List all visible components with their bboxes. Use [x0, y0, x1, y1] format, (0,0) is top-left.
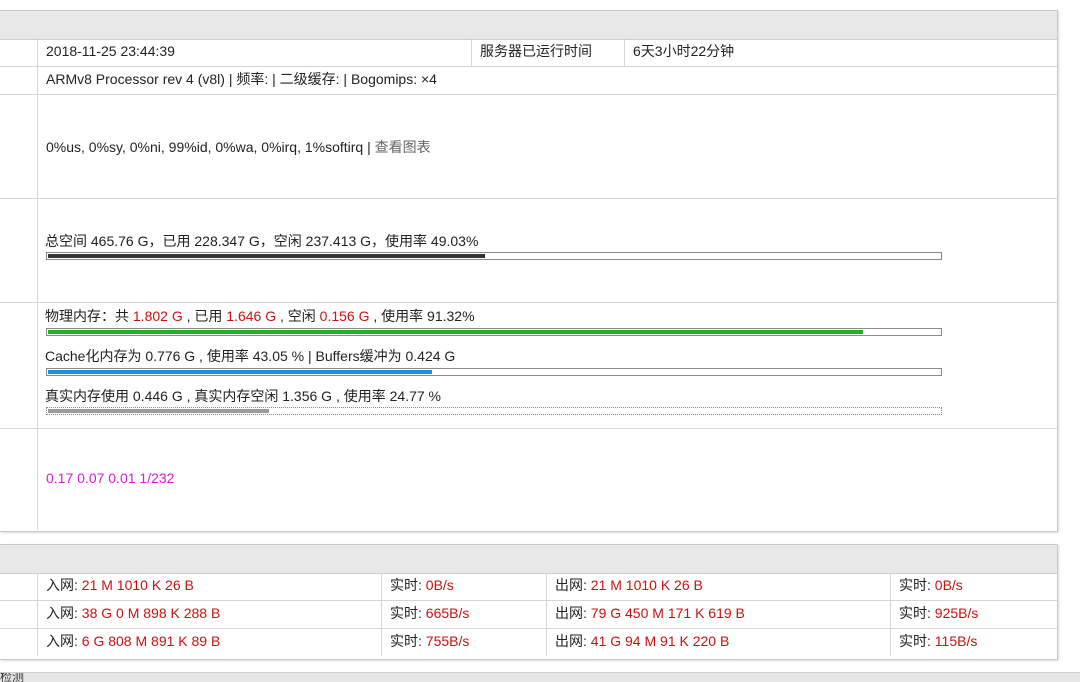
uptime-value: 6天3小时22分钟 [633, 43, 735, 59]
cpu-info-row: ARMv8 Processor rev 4 (v8l) | 频率: | 二级缓存… [0, 66, 1057, 95]
physical-memory-free-label: , 空闲 [276, 308, 320, 324]
physical-memory-used-label: , 已用 [182, 308, 227, 324]
cache-memory-bar [46, 368, 942, 376]
load-average-text: 0.17 0.07 0.01 1/232 [46, 470, 175, 486]
network-out-cell: 出网: 79 G 450 M 171 K 619 B [546, 600, 890, 628]
real-memory-text: 真实内存使用 0.446 G , 真实内存空闲 1.356 G , 使用率 24… [45, 388, 442, 404]
cpu-chart-link[interactable]: 查看图表 [375, 139, 431, 155]
physical-memory-bar-fill [48, 330, 863, 334]
network-out-value: 41 G 94 M 91 K 220 B [590, 633, 730, 649]
network-in-realtime-value: 755B/s [425, 633, 470, 649]
network-in-cell: 入网: 38 G 0 M 898 K 288 B [37, 600, 381, 628]
cpu-info-cell: ARMv8 Processor rev 4 (v8l) | 频率: | 二级缓存… [37, 66, 1057, 94]
disk-usage-bar-fill [48, 254, 485, 258]
load-cell: 0.17 0.07 0.01 1/232 [37, 428, 1057, 530]
network-in-value: 21 M 1010 K 26 B [81, 577, 194, 593]
network-out-label: 出网: [555, 577, 591, 593]
network-out-cell: 出网: 21 M 1010 K 26 B [546, 572, 890, 600]
server-time-cell: 2018-11-25 23:44:39 [37, 38, 471, 66]
cpu-usage-separator: | [363, 139, 375, 155]
network-in-realtime-cell: 实时: 755B/s [381, 628, 546, 656]
server-time-value: 2018-11-25 23:44:39 [46, 43, 175, 59]
network-out-label: 出网: [555, 633, 591, 649]
network-in-realtime-label: 实时: [390, 605, 426, 621]
network-in-realtime-value: 665B/s [425, 605, 470, 621]
physical-memory-rate: , 使用率 91.32% [369, 308, 475, 324]
network-out-realtime-cell: 实时: 925B/s [890, 600, 1057, 628]
uptime-value-cell: 6天3小时22分钟 [624, 38, 1057, 66]
uptime-label: 服务器已运行时间 [480, 43, 592, 59]
disk-usage-text: 总空间 465.76 G，已用 228.347 G，空闲 237.413 G，使… [45, 233, 479, 249]
physical-memory-text: 物理内存：共 1.802 G , 已用 1.646 G , 空闲 0.156 G… [45, 306, 475, 326]
network-in-label: 入网: [46, 605, 82, 621]
network-out-label: 出网: [555, 605, 591, 621]
real-memory-bar [46, 407, 942, 415]
network-row: 入网: 38 G 0 M 898 K 288 B 实时: 665B/s 出网: 79… [0, 600, 1057, 629]
network-in-cell: 入网: 6 G 808 M 891 K 89 B [37, 628, 381, 656]
server-time-row: 2018-11-25 23:44:39 服务器已运行时间 6天3小时22分钟 [0, 38, 1057, 67]
cache-memory-bar-fill [48, 370, 432, 374]
network-out-realtime-value: 115B/s [934, 633, 978, 649]
server-info-panel-header [0, 11, 1057, 40]
cache-memory-text: Cache化内存为 0.776 G , 使用率 43.05 % | Buffer… [45, 348, 456, 364]
network-out-realtime-value: 925B/s [934, 605, 979, 621]
network-in-realtime-cell: 实时: 665B/s [381, 600, 546, 628]
network-in-value: 6 G 808 M 891 K 89 B [81, 633, 221, 649]
network-in-realtime-label: 实时: [390, 577, 426, 593]
cpu-info-text: ARMv8 Processor rev 4 (v8l) | 频率: | 二级缓存… [46, 71, 437, 87]
network-out-value: 21 M 1010 K 26 B [590, 577, 703, 593]
physical-memory-total: 1.802 G [132, 308, 183, 324]
physical-memory-bar [46, 328, 942, 336]
physical-memory-free: 0.156 G [319, 308, 370, 324]
network-in-cell: 入网: 21 M 1010 K 26 B [37, 572, 381, 600]
cpu-usage-text: 0%us, 0%sy, 0%ni, 99%id, 0%wa, 0%irq, 1%… [46, 139, 364, 155]
network-row: 入网: 6 G 808 M 891 K 89 B 实时: 755B/s 出网: 41… [0, 628, 1057, 656]
network-in-value: 38 G 0 M 898 K 288 B [81, 605, 221, 621]
network-out-realtime-label: 实时: [899, 605, 935, 621]
network-out-realtime-cell: 实时: 0B/s [890, 572, 1057, 600]
network-in-realtime-value: 0B/s [425, 577, 454, 593]
cpu-usage-cell: 0%us, 0%sy, 0%ni, 99%id, 0%wa, 0%irq, 1%… [37, 94, 1057, 198]
network-panel-header [0, 545, 1057, 574]
network-in-realtime-label: 实时: [390, 633, 426, 649]
network-out-realtime-cell: 实时: 115B/s [890, 628, 1057, 656]
physical-memory-used: 1.646 G [226, 308, 277, 324]
network-out-value: 79 G 450 M 171 K 619 B [590, 605, 745, 621]
physical-memory-prefix: 物理内存：共 [45, 308, 133, 324]
network-row: 入网: 21 M 1010 K 26 B 实时: 0B/s 出网: 21 M 101… [0, 572, 1057, 601]
uptime-label-cell: 服务器已运行时间 [471, 38, 624, 66]
network-out-cell: 出网: 41 G 94 M 91 K 220 B [546, 628, 890, 656]
network-out-realtime-label: 实时: [899, 633, 935, 649]
real-memory-bar-fill [48, 409, 269, 413]
load-row: 0.17 0.07 0.01 1/232 [0, 428, 1057, 530]
network-in-label: 入网: [46, 633, 82, 649]
disk-row: 总空间 465.76 G，已用 228.347 G，空闲 237.413 G，使… [0, 198, 1057, 303]
disk-usage-bar [46, 252, 942, 260]
network-in-label: 入网: [46, 577, 82, 593]
network-out-realtime-value: 0B/s [934, 577, 963, 593]
network-out-realtime-label: 实时: [899, 577, 935, 593]
network-in-realtime-cell: 实时: 0B/s [381, 572, 546, 600]
cpu-usage-row: 0%us, 0%sy, 0%ni, 99%id, 0%wa, 0%irq, 1%… [0, 94, 1057, 199]
memory-row: 物理内存：共 1.802 G , 已用 1.646 G , 空闲 0.156 G… [0, 302, 1057, 429]
